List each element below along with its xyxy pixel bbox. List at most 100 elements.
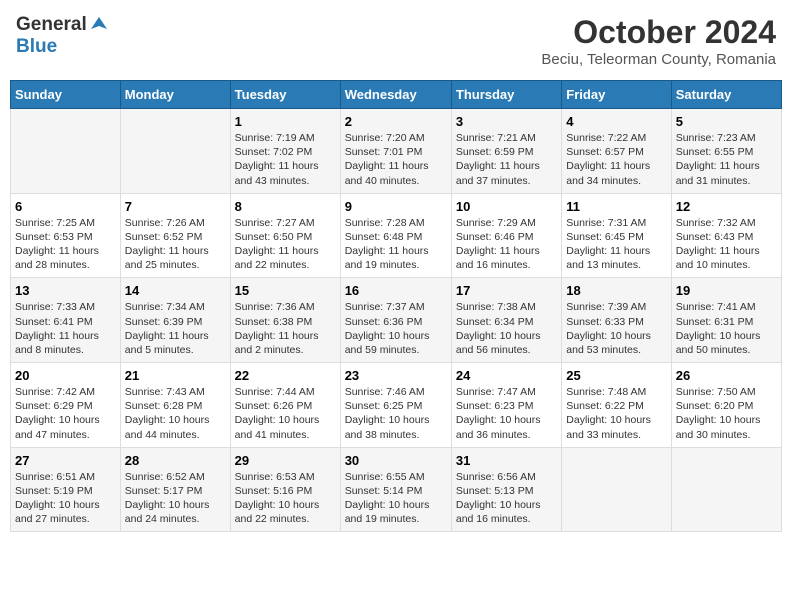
calendar-cell: 13 Sunrise: 7:33 AM Sunset: 6:41 PM Dayli… (11, 278, 121, 363)
day-info: Sunrise: 7:28 AM Sunset: 6:48 PM Dayligh… (345, 216, 447, 273)
day-info: Sunrise: 6:56 AM Sunset: 5:13 PM Dayligh… (456, 470, 557, 527)
calendar-cell: 23 Sunrise: 7:46 AM Sunset: 6:25 PM Dayli… (340, 363, 451, 448)
day-number: 31 (456, 453, 557, 468)
header-wednesday: Wednesday (340, 81, 451, 109)
day-number: 23 (345, 368, 447, 383)
day-info: Sunrise: 7:38 AM Sunset: 6:34 PM Dayligh… (456, 300, 557, 357)
day-info: Sunrise: 7:31 AM Sunset: 6:45 PM Dayligh… (566, 216, 666, 273)
calendar-cell: 15Sunrise: 7:36 AM Sunset: 6:38 PM Dayli… (230, 278, 340, 363)
day-info: Sunrise: 6:55 AM Sunset: 5:14 PM Dayligh… (345, 470, 447, 527)
day-info: Sunrise: 7:46 AM Sunset: 6:25 PM Dayligh… (345, 385, 447, 442)
logo-bird-icon (89, 15, 109, 35)
day-number: 8 (235, 199, 336, 214)
day-info: Sunrise: 7:47 AM Sunset: 6:23 PM Dayligh… (456, 385, 557, 442)
day-info: Sunrise: 7:44 AM Sunset: 6:26 PM Dayligh… (235, 385, 336, 442)
calendar-cell: 3 Sunrise: 7:21 AM Sunset: 6:59 PM Daylig… (451, 109, 561, 194)
day-number: 30 (345, 453, 447, 468)
header-monday: Monday (120, 81, 230, 109)
day-number: 3 (456, 114, 557, 129)
day-number: 19 (676, 283, 777, 298)
day-info: Sunrise: 7:23 AM Sunset: 6:55 PM Dayligh… (676, 131, 777, 188)
calendar-week-row: 1 Sunrise: 7:19 AM Sunset: 7:02 PM Daylig… (11, 109, 782, 194)
day-number: 26 (676, 368, 777, 383)
day-number: 6 (15, 199, 116, 214)
calendar-cell: 7 Sunrise: 7:26 AM Sunset: 6:52 PM Daylig… (120, 193, 230, 278)
subtitle: Beciu, Teleorman County, Romania (541, 51, 776, 68)
day-number: 2 (345, 114, 447, 129)
logo-blue-text: Blue (16, 36, 57, 57)
calendar-cell: 16 Sunrise: 7:37 AM Sunset: 6:36 PM Dayli… (340, 278, 451, 363)
calendar-cell: 5 Sunrise: 7:23 AM Sunset: 6:55 PM Daylig… (671, 109, 781, 194)
day-number: 15 (235, 283, 336, 298)
calendar-cell: 19 Sunrise: 7:41 AM Sunset: 6:31 PM Dayli… (671, 278, 781, 363)
calendar-cell: 20Sunrise: 7:42 AM Sunset: 6:29 PM Dayli… (11, 363, 121, 448)
day-info: Sunrise: 7:37 AM Sunset: 6:36 PM Dayligh… (345, 300, 447, 357)
day-info: Sunrise: 6:52 AM Sunset: 5:17 PM Dayligh… (125, 470, 226, 527)
day-info: Sunrise: 7:27 AM Sunset: 6:50 PM Dayligh… (235, 216, 336, 273)
day-number: 29 (235, 453, 336, 468)
day-number: 5 (676, 114, 777, 129)
day-info: Sunrise: 7:33 AM Sunset: 6:41 PM Dayligh… (15, 300, 116, 357)
day-info: Sunrise: 7:41 AM Sunset: 6:31 PM Dayligh… (676, 300, 777, 357)
day-number: 12 (676, 199, 777, 214)
calendar-cell: 25 Sunrise: 7:48 AM Sunset: 6:22 PM Dayli… (562, 363, 671, 448)
day-info: Sunrise: 7:34 AM Sunset: 6:39 PM Dayligh… (125, 300, 226, 357)
calendar-cell: 9 Sunrise: 7:28 AM Sunset: 6:48 PM Daylig… (340, 193, 451, 278)
day-number: 22 (235, 368, 336, 383)
calendar-cell: 4 Sunrise: 7:22 AM Sunset: 6:57 PM Daylig… (562, 109, 671, 194)
day-info: Sunrise: 7:32 AM Sunset: 6:43 PM Dayligh… (676, 216, 777, 273)
day-number: 1 (235, 114, 336, 129)
day-number: 4 (566, 114, 666, 129)
calendar-cell: 29 Sunrise: 6:53 AM Sunset: 5:16 PM Dayli… (230, 447, 340, 532)
calendar-cell: 18 Sunrise: 7:39 AM Sunset: 6:33 PM Dayli… (562, 278, 671, 363)
calendar-week-row: 20Sunrise: 7:42 AM Sunset: 6:29 PM Dayli… (11, 363, 782, 448)
logo: General Blue (16, 14, 109, 58)
day-info: Sunrise: 7:50 AM Sunset: 6:20 PM Dayligh… (676, 385, 777, 442)
day-info: Sunrise: 7:25 AM Sunset: 6:53 PM Dayligh… (15, 216, 116, 273)
calendar-week-row: 13 Sunrise: 7:33 AM Sunset: 6:41 PM Dayli… (11, 278, 782, 363)
day-info: Sunrise: 7:29 AM Sunset: 6:46 PM Dayligh… (456, 216, 557, 273)
day-number: 9 (345, 199, 447, 214)
calendar-cell: 22 Sunrise: 7:44 AM Sunset: 6:26 PM Dayli… (230, 363, 340, 448)
header-friday: Friday (562, 81, 671, 109)
day-info: Sunrise: 7:20 AM Sunset: 7:01 PM Dayligh… (345, 131, 447, 188)
calendar-cell (562, 447, 671, 532)
day-number: 17 (456, 283, 557, 298)
calendar-cell: 14 Sunrise: 7:34 AM Sunset: 6:39 PM Dayli… (120, 278, 230, 363)
header-thursday: Thursday (451, 81, 561, 109)
day-info: Sunrise: 6:53 AM Sunset: 5:16 PM Dayligh… (235, 470, 336, 527)
day-number: 24 (456, 368, 557, 383)
day-info: Sunrise: 7:42 AM Sunset: 6:29 PM Dayligh… (15, 385, 116, 442)
day-number: 16 (345, 283, 447, 298)
day-number: 28 (125, 453, 226, 468)
calendar-cell: 1 Sunrise: 7:19 AM Sunset: 7:02 PM Daylig… (230, 109, 340, 194)
calendar-cell: 31 Sunrise: 6:56 AM Sunset: 5:13 PM Dayli… (451, 447, 561, 532)
day-info: Sunrise: 7:22 AM Sunset: 6:57 PM Dayligh… (566, 131, 666, 188)
calendar-cell: 24 Sunrise: 7:47 AM Sunset: 6:23 PM Dayli… (451, 363, 561, 448)
day-number: 7 (125, 199, 226, 214)
calendar-cell: 11Sunrise: 7:31 AM Sunset: 6:45 PM Dayli… (562, 193, 671, 278)
day-number: 18 (566, 283, 666, 298)
calendar-cell: 21Sunrise: 7:43 AM Sunset: 6:28 PM Dayli… (120, 363, 230, 448)
calendar-cell: 12 Sunrise: 7:32 AM Sunset: 6:43 PM Dayli… (671, 193, 781, 278)
calendar-cell: 8 Sunrise: 7:27 AM Sunset: 6:50 PM Daylig… (230, 193, 340, 278)
day-info: Sunrise: 7:26 AM Sunset: 6:52 PM Dayligh… (125, 216, 226, 273)
day-info: Sunrise: 7:39 AM Sunset: 6:33 PM Dayligh… (566, 300, 666, 357)
day-number: 13 (15, 283, 116, 298)
calendar-cell (120, 109, 230, 194)
day-info: Sunrise: 7:21 AM Sunset: 6:59 PM Dayligh… (456, 131, 557, 188)
title-area: October 2024 Beciu, Teleorman County, Ro… (541, 14, 776, 68)
header-sunday: Sunday (11, 81, 121, 109)
calendar-cell: 17 Sunrise: 7:38 AM Sunset: 6:34 PM Dayli… (451, 278, 561, 363)
day-info: Sunrise: 6:51 AM Sunset: 5:19 PM Dayligh… (15, 470, 116, 527)
day-number: 25 (566, 368, 666, 383)
main-title: October 2024 (541, 14, 776, 51)
day-info: Sunrise: 7:19 AM Sunset: 7:02 PM Dayligh… (235, 131, 336, 188)
calendar-cell: 28 Sunrise: 6:52 AM Sunset: 5:17 PM Dayli… (120, 447, 230, 532)
day-info: Sunrise: 7:43 AM Sunset: 6:28 PM Dayligh… (125, 385, 226, 442)
day-number: 27 (15, 453, 116, 468)
day-number: 14 (125, 283, 226, 298)
day-info: Sunrise: 7:48 AM Sunset: 6:22 PM Dayligh… (566, 385, 666, 442)
calendar-week-row: 6 Sunrise: 7:25 AM Sunset: 6:53 PM Daylig… (11, 193, 782, 278)
calendar-week-row: 27 Sunrise: 6:51 AM Sunset: 5:19 PM Dayli… (11, 447, 782, 532)
